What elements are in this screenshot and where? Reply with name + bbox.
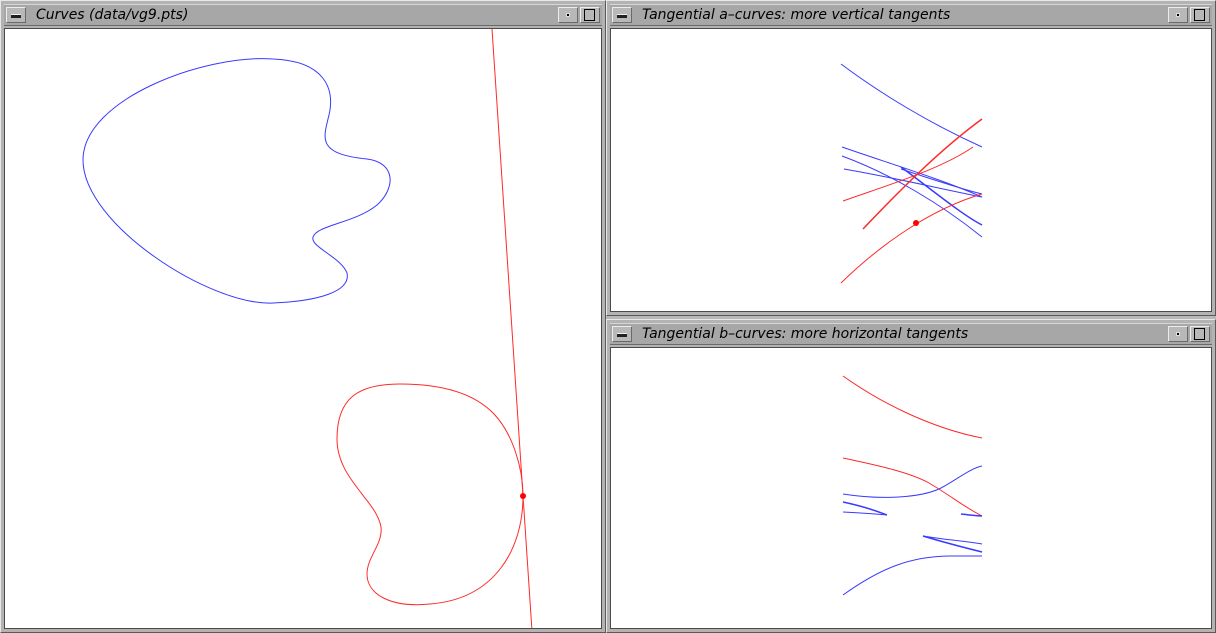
a-curve-blue-2: [841, 155, 983, 238]
curves-window-title: Curves (data/vg9.pts): [36, 7, 189, 23]
window-menu-icon: [617, 14, 627, 18]
minimize-icon: [566, 13, 570, 17]
b-curves-plot: [842, 375, 983, 596]
b-curve-blue-bottom: [842, 555, 982, 596]
curves-titlebar[interactable]: Curves (data/vg9.pts): [4, 4, 602, 26]
a-curves-window-title: Tangential a–curves: more vertical tange…: [642, 7, 951, 23]
maximize-icon: [1194, 9, 1205, 21]
b-curve-blue-5: [922, 535, 983, 553]
b-curves-window-title: Tangential b–curves: more horizontal tan…: [642, 326, 969, 342]
a-curves-window: Tangential a–curves: more vertical tange…: [606, 0, 1216, 316]
curves-window: Curves (data/vg9.pts): [0, 0, 606, 633]
b-curve-blue-1: [842, 465, 983, 498]
b-curves-titlebar[interactable]: Tangential b–curves: more horizontal tan…: [610, 323, 1212, 345]
maximize-button[interactable]: [580, 7, 600, 23]
b-curves-canvas[interactable]: [610, 347, 1212, 629]
minimize-button[interactable]: [1168, 7, 1188, 23]
red-curve: [336, 383, 524, 606]
blue-curve: [82, 58, 391, 304]
tangent-line: [491, 29, 533, 628]
window-menu-button[interactable]: [612, 7, 632, 23]
a-curves-titlebar[interactable]: Tangential a–curves: more vertical tange…: [610, 4, 1212, 26]
window-menu-icon: [617, 333, 627, 337]
window-menu-button[interactable]: [612, 326, 632, 342]
a-curve-red-3: [840, 193, 983, 284]
a-curves-plot: [840, 63, 983, 284]
curves-plot: [82, 29, 533, 628]
maximize-button[interactable]: [1190, 7, 1210, 23]
curves-canvas[interactable]: [4, 28, 602, 629]
tangent-point: [520, 493, 526, 499]
a-curves-canvas[interactable]: [610, 28, 1212, 312]
maximize-icon: [584, 9, 595, 21]
b-curves-window: Tangential b–curves: more horizontal tan…: [606, 319, 1216, 633]
a-curve-red-1: [842, 146, 974, 202]
minimize-icon: [1176, 13, 1180, 17]
a-curve-point: [913, 220, 919, 226]
maximize-icon: [1194, 328, 1205, 340]
minimize-button[interactable]: [1168, 326, 1188, 342]
minimize-button[interactable]: [558, 7, 578, 23]
window-menu-icon: [11, 14, 21, 18]
b-curve-red-top: [842, 375, 983, 439]
b-curve-blue-6: [922, 535, 983, 545]
maximize-button[interactable]: [1190, 326, 1210, 342]
window-menu-button[interactable]: [6, 7, 26, 23]
minimize-icon: [1176, 332, 1180, 336]
